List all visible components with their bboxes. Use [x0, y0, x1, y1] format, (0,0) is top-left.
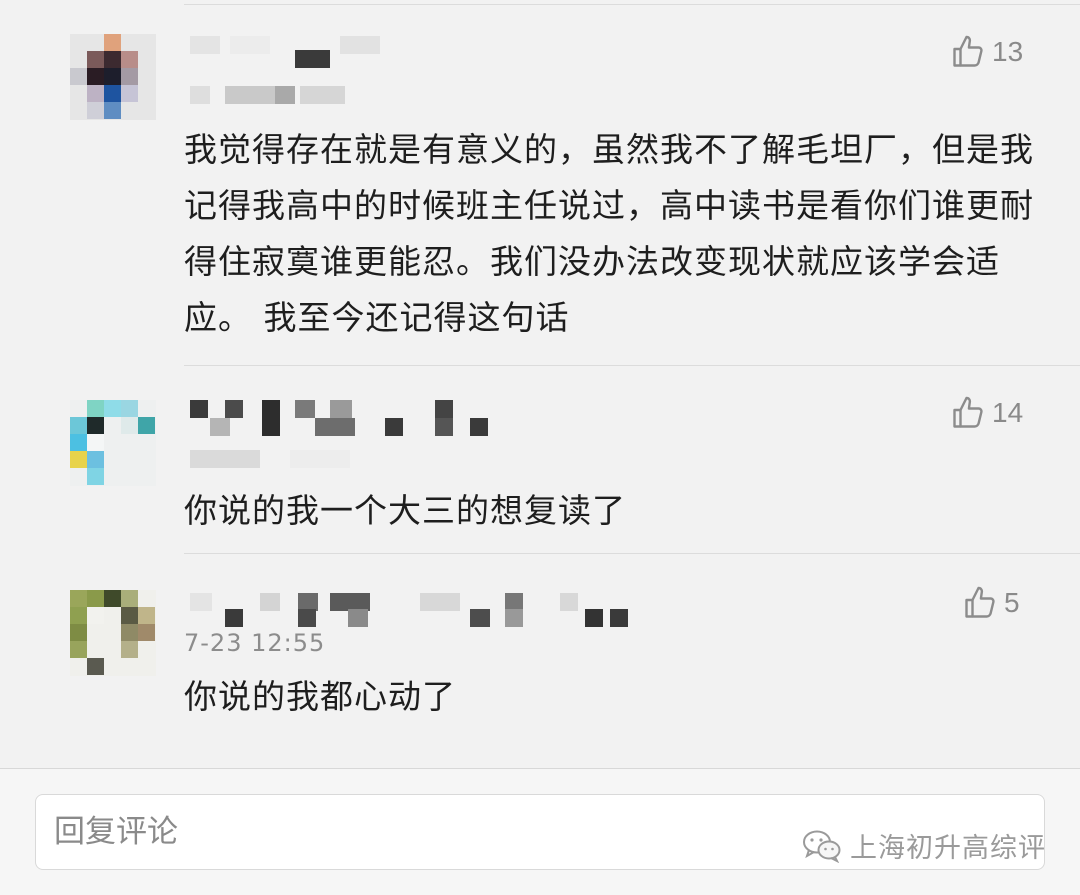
- username-blurred[interactable]: [190, 400, 650, 468]
- comment-page: 13 我觉得存在就是有意义的，虽然我不了解毛坦厂，但是我记得我高中的时候班主任说…: [0, 0, 1080, 895]
- comment-item-1: 13 我觉得存在就是有意义的，虽然我不了解毛坦厂，但是我记得我高中的时候班主任说…: [0, 0, 1080, 365]
- watermark-text: 上海初升高综评: [850, 833, 1046, 864]
- comment-text: 你说的我一个大三的想复读了: [184, 491, 626, 530]
- comment-text: 我觉得存在就是有意义的，虽然我不了解毛坦厂，但是我记得我高中的时候班主任说过，高…: [184, 130, 1034, 337]
- like-count: 14: [992, 397, 1024, 428]
- thumbs-up-icon: [965, 586, 995, 618]
- like-button[interactable]: 13: [950, 34, 1023, 70]
- comment-text: 你说的我都心动了: [184, 677, 456, 716]
- thumbs-up-icon: [953, 396, 983, 428]
- like-button[interactable]: 5: [962, 585, 1020, 621]
- comment-timestamp: 7-23 12:55: [184, 629, 326, 657]
- comment-item-2: 14 你说的我一个大三的想复读了: [0, 365, 1080, 553]
- username-blurred[interactable]: [190, 36, 650, 104]
- wechat-icon: [803, 830, 841, 863]
- like-count: 13: [992, 36, 1024, 67]
- comment-item-3: 5 7-23 12:55 你说的我都心动了: [0, 553, 1080, 768]
- avatar[interactable]: [70, 590, 156, 676]
- watermark: 上海初升高综评: [802, 826, 1046, 865]
- avatar[interactable]: [70, 400, 156, 486]
- like-count: 5: [1004, 587, 1020, 618]
- like-button[interactable]: 14: [950, 395, 1023, 431]
- avatar[interactable]: [70, 34, 156, 120]
- username-blurred[interactable]: [190, 593, 650, 629]
- thumbs-up-icon: [953, 35, 983, 67]
